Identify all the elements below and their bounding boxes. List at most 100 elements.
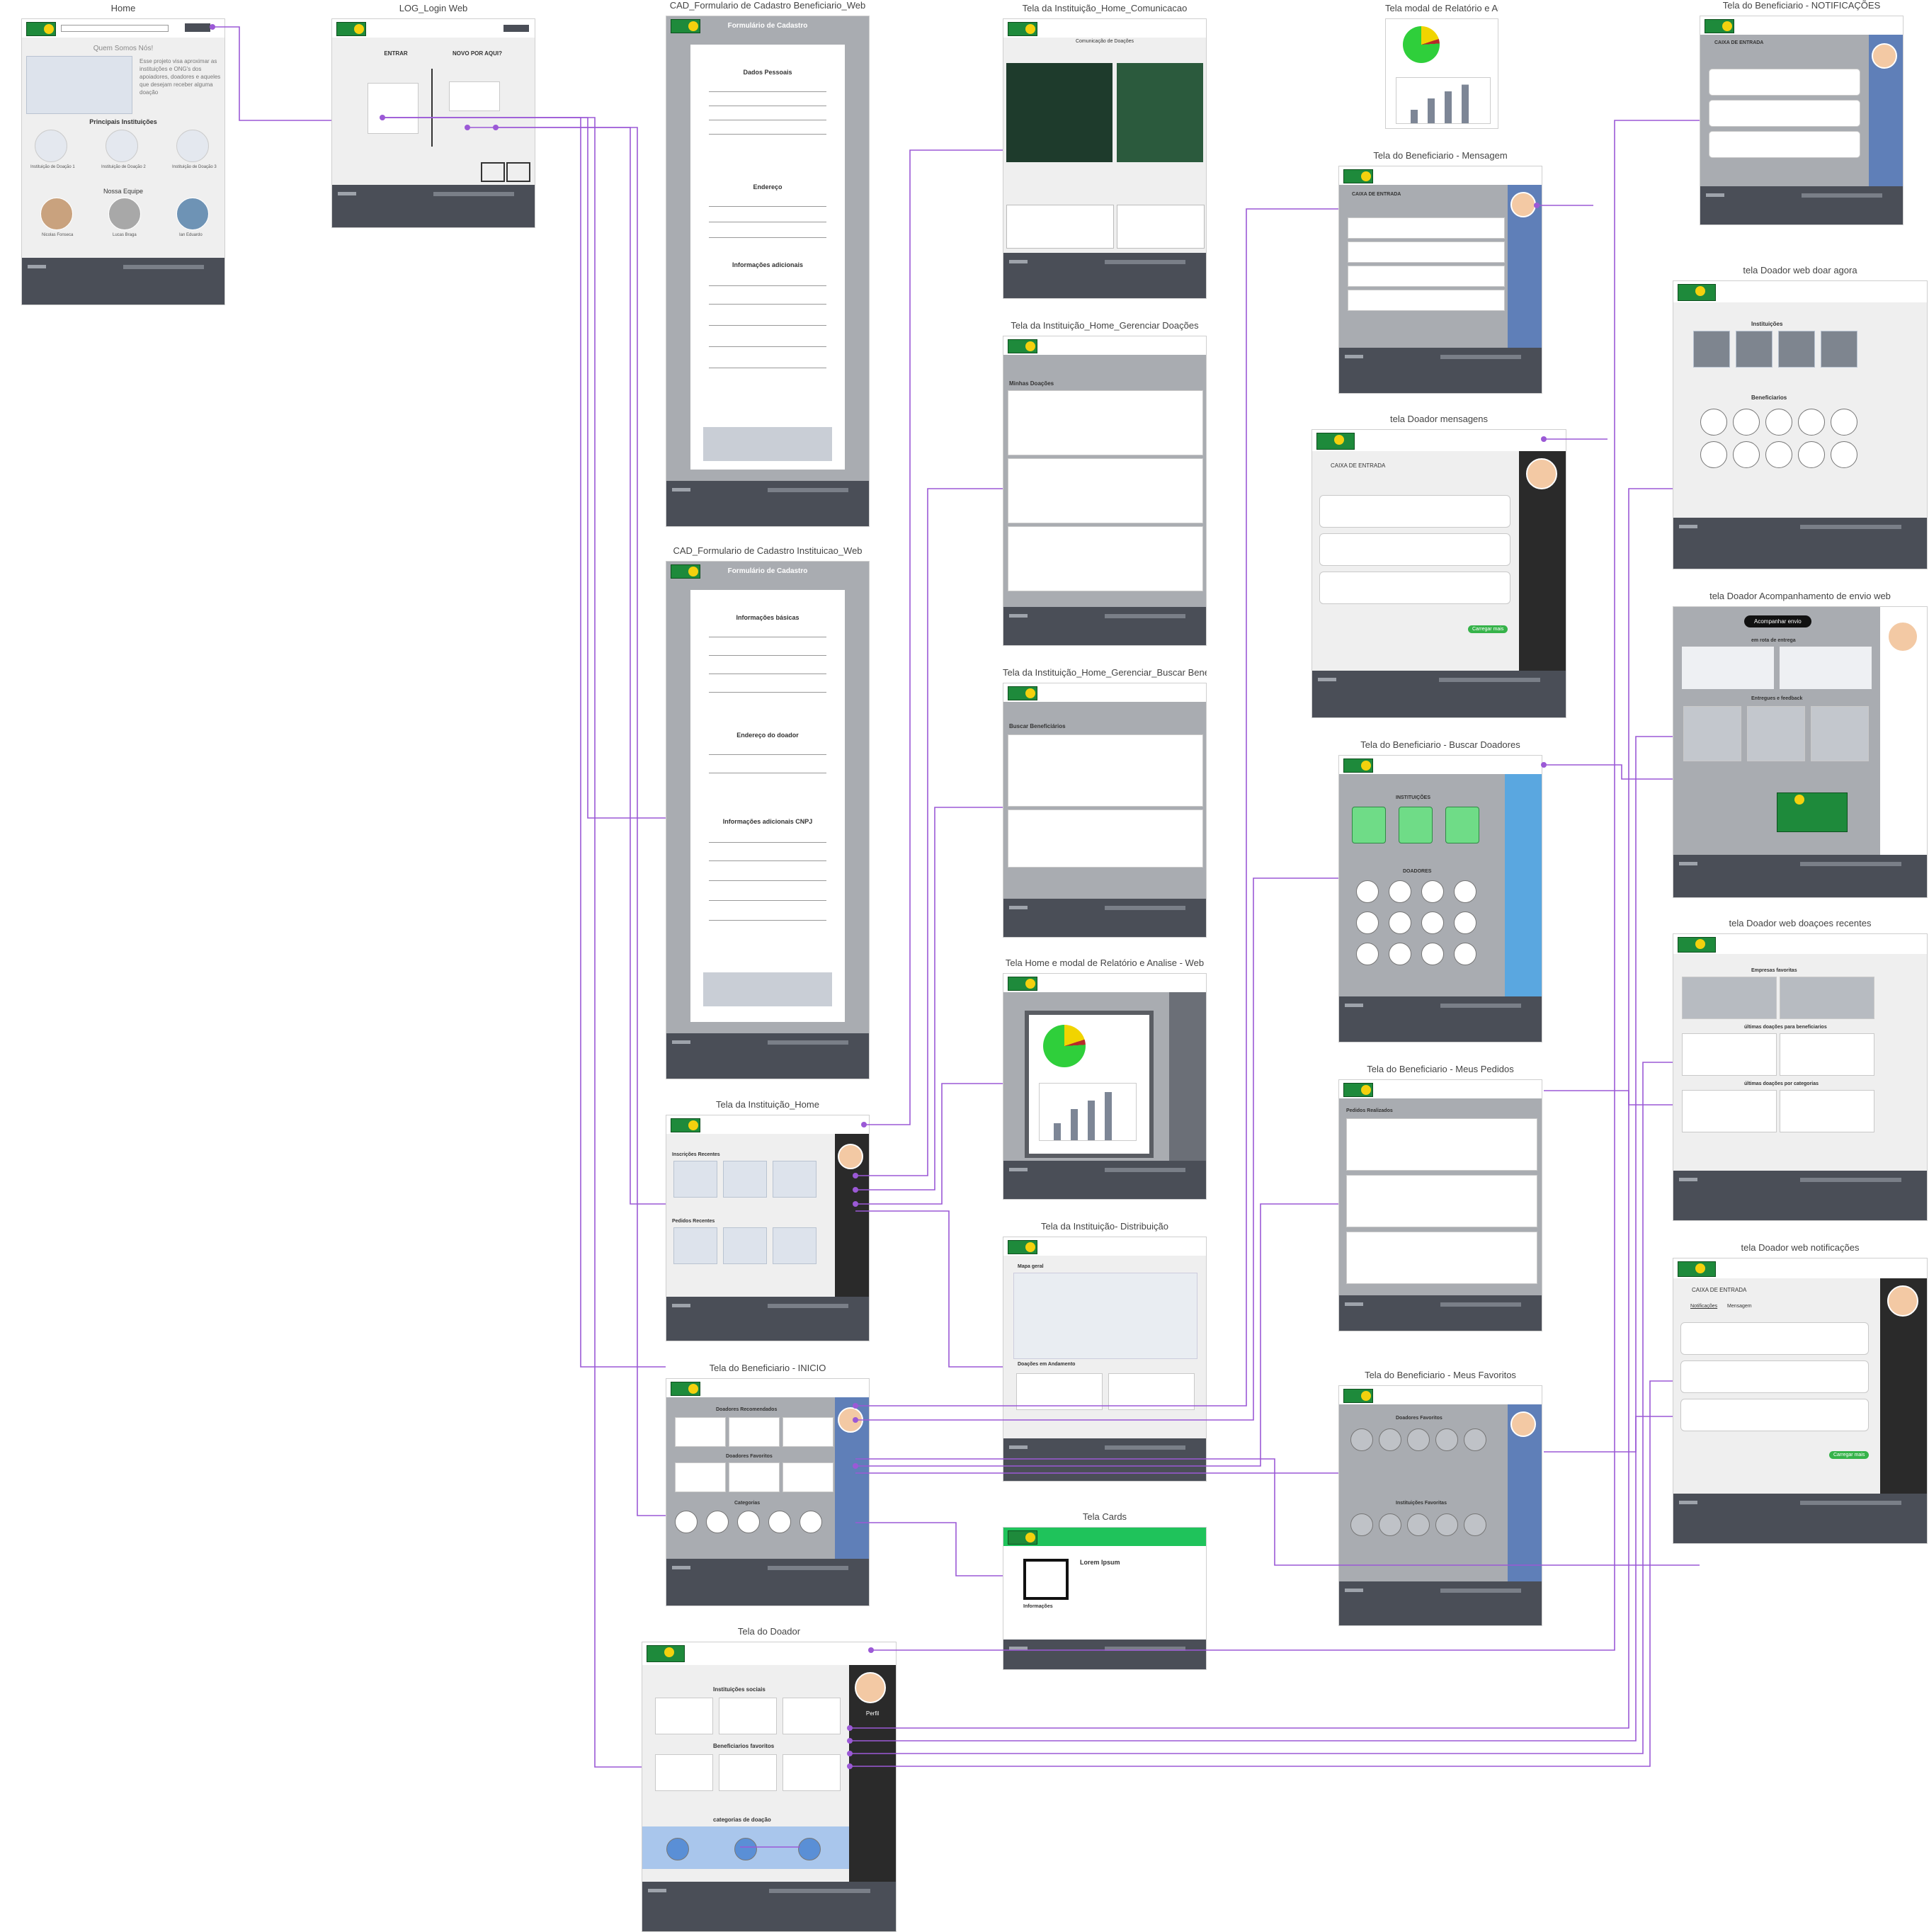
message-item[interactable] — [1348, 217, 1505, 239]
logo[interactable] — [1008, 339, 1037, 353]
doador-avatar[interactable] — [1454, 943, 1476, 965]
notification-item[interactable] — [1680, 1399, 1869, 1431]
avatar[interactable] — [838, 1407, 863, 1433]
beneficiario-card[interactable] — [783, 1754, 841, 1791]
notification-item[interactable] — [1709, 131, 1860, 158]
entregue-card[interactable] — [1747, 706, 1805, 761]
categoria-icon[interactable] — [675, 1511, 698, 1533]
logo[interactable] — [671, 1382, 700, 1396]
doacao-item[interactable] — [1008, 390, 1203, 455]
favorito-avatar[interactable] — [1407, 1428, 1430, 1451]
beneficiario-card[interactable] — [719, 1754, 777, 1791]
favorito-inst[interactable] — [1435, 1513, 1458, 1536]
entregue-card[interactable] — [1811, 706, 1869, 761]
institution-3[interactable] — [176, 130, 209, 162]
favorito-card[interactable] — [729, 1462, 780, 1492]
about-video[interactable] — [26, 56, 132, 114]
beneficiario-avatar[interactable] — [1798, 441, 1825, 468]
doador-avatar[interactable] — [1454, 880, 1476, 903]
favorito-inst[interactable] — [1407, 1513, 1430, 1536]
beneficiario-avatar[interactable] — [1733, 441, 1760, 468]
message-item[interactable] — [1319, 572, 1510, 604]
notification-item[interactable] — [1709, 100, 1860, 127]
logo[interactable] — [1343, 1083, 1373, 1097]
beneficiario-avatar[interactable] — [1798, 409, 1825, 436]
field[interactable] — [709, 233, 826, 238]
back-button[interactable] — [503, 25, 529, 32]
logo[interactable] — [26, 22, 56, 36]
field[interactable] — [709, 876, 826, 881]
avatar[interactable] — [855, 1672, 886, 1703]
map-1[interactable] — [1682, 647, 1774, 689]
instituicao-tile[interactable] — [1821, 331, 1857, 368]
message-item[interactable] — [1348, 266, 1505, 287]
message-item[interactable] — [1348, 242, 1505, 263]
favorito-avatar[interactable] — [1379, 1428, 1401, 1451]
doador-card[interactable] — [675, 1417, 726, 1447]
logo[interactable] — [1008, 977, 1037, 991]
logo[interactable] — [1316, 433, 1355, 450]
field[interactable] — [709, 342, 826, 347]
field[interactable] — [709, 130, 826, 135]
pedido-item[interactable] — [1346, 1175, 1537, 1227]
beneficiario-avatar[interactable] — [1765, 441, 1792, 468]
doador-avatar[interactable] — [1421, 943, 1444, 965]
categoria-icon[interactable] — [798, 1838, 821, 1860]
beneficiario-item[interactable] — [1008, 809, 1203, 868]
logo[interactable] — [671, 1118, 700, 1132]
terms-box[interactable] — [702, 972, 833, 1006]
field[interactable] — [709, 838, 826, 843]
avatar[interactable] — [1887, 621, 1918, 652]
beneficiario-avatar[interactable] — [1700, 409, 1727, 436]
instituicao-tile[interactable] — [1445, 807, 1479, 843]
logo[interactable] — [1705, 19, 1734, 33]
doador-avatar[interactable] — [1356, 943, 1379, 965]
field[interactable] — [709, 916, 826, 921]
categoria-card[interactable] — [1780, 1090, 1874, 1132]
acompanhar-button[interactable]: Acompanhar envio — [1744, 615, 1811, 627]
institution-1[interactable] — [35, 130, 67, 162]
doador-avatar[interactable] — [1389, 911, 1411, 934]
field[interactable] — [709, 856, 826, 861]
avatar[interactable] — [1887, 1285, 1918, 1317]
field[interactable] — [709, 101, 826, 106]
beneficiario-avatar[interactable] — [1831, 441, 1857, 468]
favorito-inst[interactable] — [1350, 1513, 1373, 1536]
logo[interactable] — [1008, 1240, 1037, 1254]
notification-item[interactable] — [1680, 1360, 1869, 1393]
signup-options[interactable] — [449, 81, 500, 111]
chat-list[interactable] — [1117, 63, 1203, 162]
field[interactable] — [709, 202, 826, 207]
doador-avatar[interactable] — [1389, 943, 1411, 965]
pedido-card[interactable] — [673, 1227, 717, 1264]
logo[interactable] — [1343, 1389, 1373, 1403]
empresa-card[interactable] — [1780, 977, 1874, 1019]
doador-avatar[interactable] — [1421, 911, 1444, 934]
logo[interactable] — [1678, 937, 1716, 953]
field[interactable] — [709, 688, 826, 693]
field[interactable] — [709, 300, 826, 305]
field[interactable] — [709, 896, 826, 901]
logo[interactable] — [1343, 169, 1373, 183]
load-more-button[interactable]: Carregar mais — [1468, 625, 1508, 633]
logo[interactable] — [1008, 22, 1037, 36]
chart-panel[interactable] — [1117, 205, 1205, 249]
doacao-item[interactable] — [1008, 526, 1203, 591]
doador-avatar[interactable] — [1454, 911, 1476, 934]
terms-box[interactable] — [702, 427, 833, 461]
instituicao-card[interactable] — [655, 1698, 713, 1734]
map[interactable] — [1013, 1273, 1197, 1359]
avatar[interactable] — [1510, 1411, 1536, 1437]
pedido-item[interactable] — [1346, 1118, 1537, 1171]
logo[interactable] — [336, 22, 366, 36]
beneficiario-avatar[interactable] — [1700, 441, 1727, 468]
notification-item[interactable] — [1709, 69, 1860, 96]
doador-avatar[interactable] — [1356, 911, 1379, 934]
field[interactable] — [709, 750, 826, 755]
field[interactable] — [709, 363, 826, 368]
logo[interactable] — [1008, 1530, 1037, 1545]
doacao-item[interactable] — [1008, 458, 1203, 523]
beneficiario-avatar[interactable] — [1831, 409, 1857, 436]
categoria-icon[interactable] — [768, 1511, 791, 1533]
table-panel[interactable] — [1006, 205, 1114, 249]
